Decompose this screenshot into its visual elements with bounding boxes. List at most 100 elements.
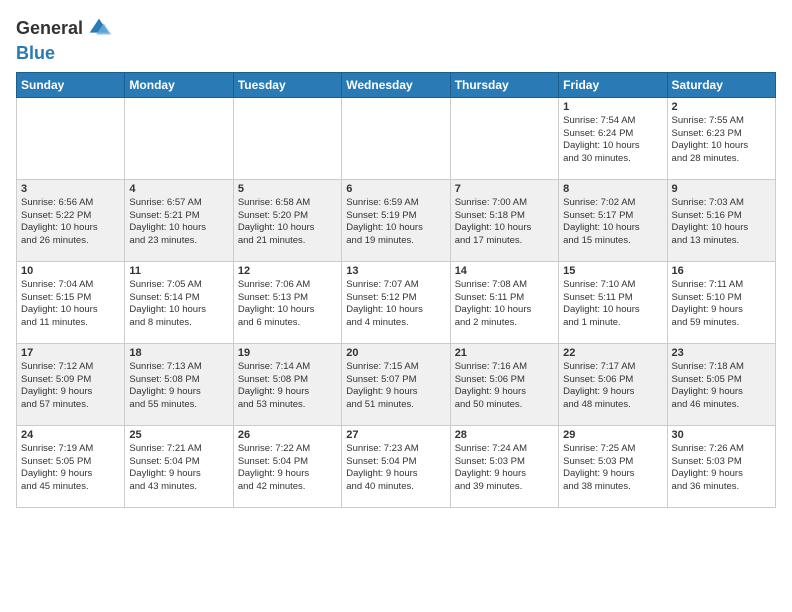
day-info: Sunrise: 7:00 AM Sunset: 5:18 PM Dayligh… — [455, 197, 554, 248]
day-number: 5 — [238, 183, 337, 195]
day-number: 8 — [563, 183, 662, 195]
calendar-cell: 15 Sunrise: 7:10 AM Sunset: 5:11 PM Dayli… — [559, 261, 667, 343]
calendar-week-row: 24Sunrise: 7:19 AM Sunset: 5:05 PM Dayli… — [17, 425, 776, 507]
day-info: Sunrise: 7:18 AM Sunset: 5:05 PM Dayligh… — [672, 361, 771, 412]
calendar-cell: 28 Sunrise: 7:24 AM Sunset: 5:03 PM Dayli… — [450, 425, 558, 507]
calendar-cell: 22 Sunrise: 7:17 AM Sunset: 5:06 PM Dayli… — [559, 343, 667, 425]
header: General Blue — [16, 10, 776, 64]
day-number: 20 — [346, 347, 445, 359]
calendar-cell: 13Sunrise: 7:07 AM Sunset: 5:12 PM Dayli… — [342, 261, 450, 343]
calendar-cell: 16 Sunrise: 7:11 AM Sunset: 5:10 PM Dayli… — [667, 261, 775, 343]
day-number: 9 — [672, 183, 771, 195]
day-number: 11 — [129, 265, 228, 277]
day-number: 14 — [455, 265, 554, 277]
calendar-cell: 9 Sunrise: 7:03 AM Sunset: 5:16 PM Daylig… — [667, 179, 775, 261]
calendar-cell: 2Sunrise: 7:55 AM Sunset: 6:23 PM Daylig… — [667, 97, 775, 179]
calendar-cell: 3Sunrise: 6:56 AM Sunset: 5:22 PM Daylig… — [17, 179, 125, 261]
calendar-cell: 7Sunrise: 7:00 AM Sunset: 5:18 PM Daylig… — [450, 179, 558, 261]
day-number: 30 — [672, 429, 771, 441]
day-number: 22 — [563, 347, 662, 359]
calendar-table: SundayMondayTuesdayWednesdayThursdayFrid… — [16, 72, 776, 508]
logo-text: General Blue — [16, 14, 113, 64]
day-info: Sunrise: 7:24 AM Sunset: 5:03 PM Dayligh… — [455, 443, 554, 494]
day-info: Sunrise: 7:55 AM Sunset: 6:23 PM Dayligh… — [672, 115, 771, 166]
day-info: Sunrise: 7:04 AM Sunset: 5:15 PM Dayligh… — [21, 279, 120, 330]
day-number: 15 — [563, 265, 662, 277]
weekday-header: Monday — [125, 72, 233, 97]
calendar-cell: 25 Sunrise: 7:21 AM Sunset: 5:04 PM Dayli… — [125, 425, 233, 507]
weekday-header: Saturday — [667, 72, 775, 97]
calendar-week-row: 1Sunrise: 7:54 AM Sunset: 6:24 PM Daylig… — [17, 97, 776, 179]
weekday-header: Sunday — [17, 72, 125, 97]
day-info: Sunrise: 7:26 AM Sunset: 5:03 PM Dayligh… — [672, 443, 771, 494]
calendar-week-row: 10 Sunrise: 7:04 AM Sunset: 5:15 PM Dayli… — [17, 261, 776, 343]
calendar-week-row: 17Sunrise: 7:12 AM Sunset: 5:09 PM Dayli… — [17, 343, 776, 425]
day-number: 3 — [21, 183, 120, 195]
calendar-cell — [233, 97, 341, 179]
logo-general: General — [16, 18, 83, 38]
calendar-cell — [125, 97, 233, 179]
calendar-cell: 14 Sunrise: 7:08 AM Sunset: 5:11 PM Dayli… — [450, 261, 558, 343]
day-info: Sunrise: 7:16 AM Sunset: 5:06 PM Dayligh… — [455, 361, 554, 412]
day-number: 16 — [672, 265, 771, 277]
weekday-header: Thursday — [450, 72, 558, 97]
day-info: Sunrise: 7:23 AM Sunset: 5:04 PM Dayligh… — [346, 443, 445, 494]
calendar-cell: 11 Sunrise: 7:05 AM Sunset: 5:14 PM Dayli… — [125, 261, 233, 343]
day-number: 28 — [455, 429, 554, 441]
page: General Blue SundayMondayTuesdayWednesda… — [0, 0, 792, 518]
day-number: 25 — [129, 429, 228, 441]
day-info: Sunrise: 7:19 AM Sunset: 5:05 PM Dayligh… — [21, 443, 120, 494]
calendar-cell: 17Sunrise: 7:12 AM Sunset: 5:09 PM Dayli… — [17, 343, 125, 425]
day-info: Sunrise: 6:59 AM Sunset: 5:19 PM Dayligh… — [346, 197, 445, 248]
day-number: 18 — [129, 347, 228, 359]
weekday-header: Wednesday — [342, 72, 450, 97]
weekday-header: Tuesday — [233, 72, 341, 97]
calendar-week-row: 3Sunrise: 6:56 AM Sunset: 5:22 PM Daylig… — [17, 179, 776, 261]
day-info: Sunrise: 7:06 AM Sunset: 5:13 PM Dayligh… — [238, 279, 337, 330]
day-info: Sunrise: 7:03 AM Sunset: 5:16 PM Dayligh… — [672, 197, 771, 248]
day-number: 19 — [238, 347, 337, 359]
day-info: Sunrise: 7:11 AM Sunset: 5:10 PM Dayligh… — [672, 279, 771, 330]
day-info: Sunrise: 7:22 AM Sunset: 5:04 PM Dayligh… — [238, 443, 337, 494]
day-info: Sunrise: 7:10 AM Sunset: 5:11 PM Dayligh… — [563, 279, 662, 330]
calendar-cell: 4 Sunrise: 6:57 AM Sunset: 5:21 PM Daylig… — [125, 179, 233, 261]
calendar-cell: 26 Sunrise: 7:22 AM Sunset: 5:04 PM Dayli… — [233, 425, 341, 507]
day-info: Sunrise: 6:57 AM Sunset: 5:21 PM Dayligh… — [129, 197, 228, 248]
day-info: Sunrise: 7:21 AM Sunset: 5:04 PM Dayligh… — [129, 443, 228, 494]
day-info: Sunrise: 7:15 AM Sunset: 5:07 PM Dayligh… — [346, 361, 445, 412]
day-info: Sunrise: 7:13 AM Sunset: 5:08 PM Dayligh… — [129, 361, 228, 412]
day-number: 13 — [346, 265, 445, 277]
calendar-cell — [450, 97, 558, 179]
day-number: 26 — [238, 429, 337, 441]
day-info: Sunrise: 7:17 AM Sunset: 5:06 PM Dayligh… — [563, 361, 662, 412]
day-number: 27 — [346, 429, 445, 441]
calendar-cell: 24Sunrise: 7:19 AM Sunset: 5:05 PM Dayli… — [17, 425, 125, 507]
day-info: Sunrise: 7:05 AM Sunset: 5:14 PM Dayligh… — [129, 279, 228, 330]
calendar-cell: 21Sunrise: 7:16 AM Sunset: 5:06 PM Dayli… — [450, 343, 558, 425]
calendar-cell: 29 Sunrise: 7:25 AM Sunset: 5:03 PM Dayli… — [559, 425, 667, 507]
calendar-cell: 12Sunrise: 7:06 AM Sunset: 5:13 PM Dayli… — [233, 261, 341, 343]
calendar-cell: 18 Sunrise: 7:13 AM Sunset: 5:08 PM Dayli… — [125, 343, 233, 425]
day-number: 6 — [346, 183, 445, 195]
calendar-cell: 20 Sunrise: 7:15 AM Sunset: 5:07 PM Dayli… — [342, 343, 450, 425]
day-info: Sunrise: 7:14 AM Sunset: 5:08 PM Dayligh… — [238, 361, 337, 412]
calendar-cell — [342, 97, 450, 179]
logo-blue: Blue — [16, 43, 55, 63]
calendar-cell: 19 Sunrise: 7:14 AM Sunset: 5:08 PM Dayli… — [233, 343, 341, 425]
calendar-cell: 23 Sunrise: 7:18 AM Sunset: 5:05 PM Dayli… — [667, 343, 775, 425]
calendar-cell: 30 Sunrise: 7:26 AM Sunset: 5:03 PM Dayli… — [667, 425, 775, 507]
day-info: Sunrise: 7:12 AM Sunset: 5:09 PM Dayligh… — [21, 361, 120, 412]
logo: General Blue — [16, 14, 113, 64]
day-number: 1 — [563, 101, 662, 113]
logo-icon — [85, 14, 113, 42]
day-info: Sunrise: 7:08 AM Sunset: 5:11 PM Dayligh… — [455, 279, 554, 330]
calendar-cell: 6 Sunrise: 6:59 AM Sunset: 5:19 PM Daylig… — [342, 179, 450, 261]
day-number: 23 — [672, 347, 771, 359]
day-info: Sunrise: 7:25 AM Sunset: 5:03 PM Dayligh… — [563, 443, 662, 494]
day-number: 10 — [21, 265, 120, 277]
day-number: 29 — [563, 429, 662, 441]
calendar-cell: 27 Sunrise: 7:23 AM Sunset: 5:04 PM Dayli… — [342, 425, 450, 507]
calendar-header-row: SundayMondayTuesdayWednesdayThursdayFrid… — [17, 72, 776, 97]
day-number: 4 — [129, 183, 228, 195]
calendar-cell: 5Sunrise: 6:58 AM Sunset: 5:20 PM Daylig… — [233, 179, 341, 261]
